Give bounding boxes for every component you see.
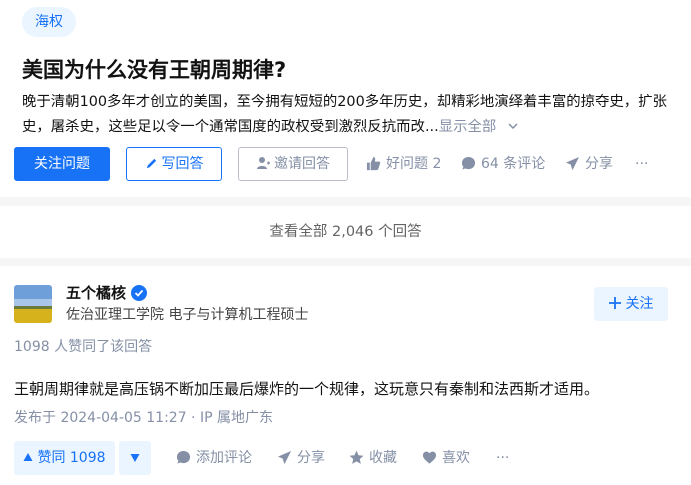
show-all-label[interactable]: 显示全部 [439,119,497,135]
share-answer-label: 分享 [297,450,325,466]
share-answer-button[interactable]: 分享 [277,441,325,475]
like-button[interactable]: 喜欢 [422,441,470,475]
share-question-label: 分享 [585,156,613,172]
downvote-button[interactable] [119,441,151,475]
invite-person-icon [257,157,270,169]
comment-bubble-icon [176,450,191,464]
show-all-link[interactable]: 显示全部 [439,119,519,135]
heart-icon [422,451,437,464]
comment-bubble-icon [461,156,476,170]
vote-summary: 1098 人赞同了该回答 [14,339,153,355]
add-comment-label: 添加评论 [196,450,252,466]
share-plane-icon [277,450,292,465]
question-excerpt-text: 晚于清朝100多年才创立的美国，至今拥有短短的200多年历史，却精彩地演绎着丰富… [22,94,667,135]
collect-button[interactable]: 收藏 [349,441,397,475]
more-answer-options[interactable]: ··· [496,441,509,475]
invite-answer-button[interactable]: 邀请回答 [238,147,348,181]
answer-content: 王朝周期律就是高压锅不断加压最后爆炸的一个规律，这玩意只有秦制和法西斯才适用。 [14,380,600,398]
share-plane-icon [565,156,580,171]
comments-label: 64 条评论 [481,156,546,172]
thumbs-up-icon [366,156,381,171]
answer-card: 五个橘核 佐治亚理工学院 电子与计算机工程硕士 关注 1098 人赞同了该回答 … [0,266,691,485]
like-label: 喜欢 [442,450,470,466]
comments-button[interactable]: 64 条评论 [461,147,545,181]
good-question-label: 好问题 2 [386,156,442,172]
answer-publish-info[interactable]: 发布于 2024-04-05 11:27 · IP 属地广东 [14,407,273,429]
follow-question-button[interactable]: 关注问题 [14,147,110,181]
write-answer-label: 写回答 [161,156,204,172]
author-name[interactable]: 五个橘核 [66,282,126,304]
topic-tag[interactable]: 海权 [22,7,76,37]
follow-question-label: 关注问题 [34,156,90,172]
question-card: 海权 美国为什么没有王朝周期律? 晚于清朝100多年才创立的美国，至今拥有短短的… [0,0,691,197]
collect-label: 收藏 [369,450,397,466]
write-answer-button[interactable]: 写回答 [126,147,222,181]
follow-author-label: 关注 [625,296,654,312]
author-avatar[interactable] [14,285,52,323]
question-title[interactable]: 美国为什么没有王朝周期律? [22,54,286,86]
verified-badge-icon [131,285,147,301]
plus-icon [608,297,621,309]
follow-author-button[interactable]: 关注 [594,287,668,321]
share-question-button[interactable]: 分享 [565,147,613,181]
question-excerpt: 晚于清朝100多年才创立的美国，至今拥有短短的200多年历史，却精彩地演绎着丰富… [22,90,677,140]
triangle-down-icon [130,454,140,462]
author-bio: 佐治亚理工学院 电子与计算机工程硕士 [66,307,309,323]
upvote-button[interactable]: 赞同 1098 [14,441,115,475]
add-comment-button[interactable]: 添加评论 [176,441,252,475]
star-icon [349,450,364,464]
invite-answer-label: 邀请回答 [274,156,330,172]
more-question-options[interactable]: ··· [635,147,648,181]
good-question-button[interactable]: 好问题 2 [366,147,441,181]
upvote-label: 赞同 1098 [37,450,106,466]
pencil-icon [146,158,156,169]
view-all-answers-card: 查看全部 2,046 个回答 [0,206,691,258]
chevron-down-icon [508,123,518,130]
view-all-answers-link[interactable]: 查看全部 2,046 个回答 [0,206,691,258]
triangle-up-icon [23,453,33,461]
